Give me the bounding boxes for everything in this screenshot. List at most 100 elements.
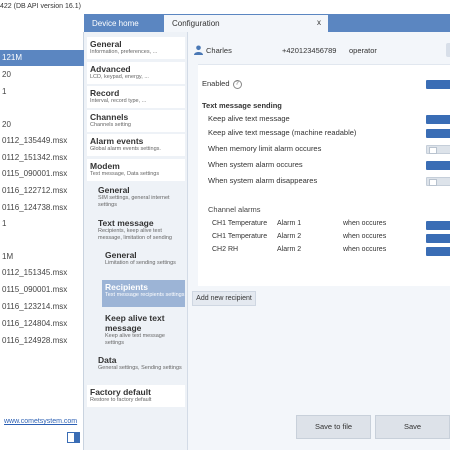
file-item[interactable]: 1M (0, 249, 84, 265)
nav-record-subtitle: Interval, record type, ... (90, 98, 147, 104)
nav-text-message[interactable]: Text message Recipients, keep alive text… (95, 216, 185, 246)
website-link[interactable]: www.cometsystem.com (4, 418, 77, 425)
file-item[interactable]: 0116_124928.msx (0, 333, 84, 349)
file-item[interactable]: 121M (0, 50, 84, 66)
file-item[interactable]: 0112_151345.msx (0, 265, 84, 281)
nav-general-subtitle: Information, preferences, ... (90, 49, 158, 55)
file-item[interactable]: 0115_090001.msx (0, 282, 84, 298)
tab-strip: Device home Configuration x (84, 14, 450, 32)
recipient-row[interactable]: Charles +420123456789 operator (192, 42, 450, 60)
file-item[interactable]: 0116_122712.msx (0, 183, 84, 199)
tab-configuration[interactable]: Configuration (164, 15, 328, 32)
keep-alive-machine-label: Keep alive text message (machine readabl… (208, 128, 357, 137)
file-item[interactable]: 0112_151342.msx (0, 150, 84, 166)
alarm-channel: CH2 RH (212, 246, 239, 253)
nav-text-message-subtitle: Recipients, keep alive text message, lim… (98, 228, 172, 241)
nav-modem[interactable]: Modem Text message, Data settings (87, 159, 185, 181)
user-icon (194, 45, 203, 55)
nav-general-title: General (90, 39, 122, 49)
file-item[interactable] (0, 233, 84, 249)
nav-channels-title: Channels (90, 112, 129, 122)
nav-alarm-events-subtitle: Global alarm events settings. (90, 146, 161, 152)
text-message-sending-title: Text message sending (202, 101, 282, 110)
nav-modem-general-title: General (98, 185, 130, 195)
panel-layout-icon[interactable] (67, 432, 80, 443)
keep-alive-label: Keep alive text message (208, 114, 290, 123)
add-new-recipient-button[interactable]: Add new recipient (192, 291, 256, 306)
nav-general[interactable]: General Information, preferences, ... (87, 37, 185, 59)
nav-data-subtitle: General settings, Sending settings (98, 365, 182, 371)
system-alarm-occures-toggle[interactable] (426, 161, 450, 170)
nav-keep-alive-text-message[interactable]: Keep alive text message Keep alive text … (102, 311, 185, 346)
close-tab-icon[interactable]: x (317, 18, 321, 27)
recipient-name: Charles (206, 46, 232, 55)
keep-alive-toggle[interactable] (426, 115, 450, 124)
nav-modem-title: Modem (90, 161, 120, 171)
recipient-action-button[interactable] (446, 43, 450, 57)
nav-advanced-title: Advanced (90, 64, 131, 74)
system-alarm-occures-label: When system alarm occures (208, 160, 303, 169)
save-button[interactable]: Save (375, 415, 450, 439)
tab-device-home[interactable]: Device home (84, 15, 164, 32)
nav-factory-default-title: Factory default (90, 387, 151, 397)
channel-alarms-title: Channel alarms (208, 205, 261, 214)
alarm-toggle[interactable] (426, 221, 450, 230)
file-item[interactable]: 0116_123214.msx (0, 299, 84, 315)
memory-limit-alarm-label: When memory limit alarm occures (208, 144, 322, 153)
recipient-role: operator (349, 46, 377, 55)
nav-text-message-general-title: General (105, 250, 137, 260)
nav-modem-general-subtitle: SIM settings, general internet settings (98, 195, 170, 208)
memory-limit-alarm-toggle[interactable] (426, 145, 450, 154)
window-title: 422 (DB API version 16.1) (0, 3, 81, 10)
file-item[interactable]: 0116_124738.msx (0, 200, 84, 216)
nav-modem-general[interactable]: General SIM settings, general internet s… (95, 183, 185, 213)
nav-data[interactable]: Data General settings, Sending settings (95, 353, 185, 381)
enabled-label-text: Enabled (202, 79, 230, 88)
alarm-when: when occures (343, 246, 387, 253)
nav-alarm-events[interactable]: Alarm events Global alarm events setting… (87, 134, 185, 156)
recipient-settings-card: Enabled? Text message sending Keep alive… (198, 64, 450, 286)
file-item[interactable]: 0116_124804.msx (0, 316, 84, 332)
nav-alarm-events-title: Alarm events (90, 136, 144, 146)
alarm-name: Alarm 2 (277, 246, 302, 253)
nav-recipients[interactable]: Recipients Text message recipients setti… (102, 280, 185, 307)
file-panel: 121M 20 1 20 0112_135449.msx 0112_151342… (0, 32, 84, 450)
nav-record[interactable]: Record Interval, record type, ... (87, 86, 185, 108)
alarm-when: when occures (343, 233, 387, 240)
nav-data-title: Data (98, 355, 117, 365)
save-to-file-button[interactable]: Save to file (296, 415, 371, 439)
help-icon[interactable]: ? (232, 79, 242, 89)
nav-factory-default-subtitle: Restore to factory default (90, 397, 152, 403)
nav-channels-subtitle: Channels setting (90, 122, 131, 128)
nav-advanced[interactable]: Advanced LCD, keypad, energy, ... (87, 62, 185, 84)
enabled-toggle[interactable] (426, 80, 450, 89)
nav-modem-subtitle: Text message, Data settings (90, 171, 160, 177)
nav-recipients-title: Recipients (105, 282, 148, 292)
alarm-name: Alarm 1 (277, 220, 302, 227)
file-item[interactable]: 1 (0, 84, 84, 100)
enabled-label: Enabled? (202, 79, 242, 89)
alarm-toggle[interactable] (426, 234, 450, 243)
tab-configuration-label: Configuration (172, 19, 220, 28)
nav-keep-alive-title: Keep alive text message (105, 313, 165, 333)
file-item[interactable]: 0112_135449.msx (0, 133, 84, 149)
file-item[interactable]: 0115_090001.msx (0, 166, 84, 182)
system-alarm-disappeares-toggle[interactable] (426, 177, 450, 186)
nav-channels[interactable]: Channels Channels setting (87, 110, 185, 132)
alarm-toggle[interactable] (426, 247, 450, 256)
nav-factory-default[interactable]: Factory default Restore to factory defau… (87, 385, 185, 407)
nav-record-title: Record (90, 88, 120, 98)
nav-keep-alive-subtitle: Keep alive text message settings (105, 333, 165, 346)
keep-alive-machine-toggle[interactable] (426, 129, 450, 138)
file-item[interactable] (0, 101, 84, 117)
recipient-phone: +420123456789 (282, 46, 337, 55)
file-item[interactable]: 20 (0, 117, 84, 133)
nav-text-message-title: Text message (98, 218, 154, 228)
file-item[interactable]: 20 (0, 67, 84, 83)
alarm-when: when occures (343, 220, 387, 227)
alarm-channel: CH1 Temperature (212, 233, 268, 240)
file-item[interactable]: 1 (0, 216, 84, 232)
nav-text-message-general[interactable]: General Limitation of sending settings (102, 248, 185, 275)
title-bar: 422 (DB API version 16.1) (0, 0, 450, 15)
alarm-name: Alarm 2 (277, 233, 302, 240)
